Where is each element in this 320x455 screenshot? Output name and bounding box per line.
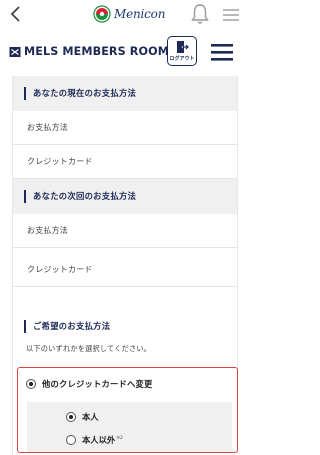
next-payment-card-value: クレジットカード — [27, 265, 93, 274]
logo-text: Menicon — [114, 7, 166, 21]
change-card-radio-option[interactable]: 他のクレジットカードへ変更 — [26, 378, 152, 390]
browser-menu-button[interactable] — [222, 7, 240, 21]
brand-mark-icon — [9, 46, 21, 57]
main-menu-button[interactable] — [210, 42, 234, 62]
current-payment-header: あなたの現在のお支払方法 — [13, 76, 237, 111]
cardholder-other-footnote: ※2 — [116, 436, 123, 442]
menicon-logo[interactable]: Menicon — [93, 5, 165, 23]
cardholder-self-option[interactable]: 本人 — [66, 411, 99, 423]
logo-mark-icon — [93, 5, 111, 23]
cardholder-self-radio[interactable] — [66, 412, 76, 422]
notification-button[interactable] — [190, 3, 210, 25]
current-payment-title: あなたの現在のお支払方法 — [24, 87, 136, 100]
next-payment-method-label: お支払方法 — [27, 226, 68, 235]
cardholder-self-label: 本人 — [82, 412, 99, 422]
hamburger-icon — [211, 44, 233, 61]
cardholder-other-text: 本人以外 — [82, 435, 116, 445]
next-payment-title: あなたの次回のお支払方法 — [24, 190, 136, 203]
next-payment-card-row: クレジットカード — [13, 253, 237, 287]
preferred-payment-note: 以下のいずれかを選択してください。 — [26, 344, 152, 353]
cardholder-other-option[interactable]: 本人以外※2 — [66, 434, 123, 446]
brand[interactable]: MELS MEMBERS ROOM — [9, 45, 169, 58]
current-payment-card-row: クレジットカード — [13, 145, 237, 179]
change-card-radio[interactable] — [26, 379, 36, 389]
logout-icon — [177, 41, 189, 53]
menu-icon — [223, 9, 239, 21]
cardholder-subpanel: 本人 本人以外※2 — [27, 402, 232, 452]
current-payment-method-label: お支払方法 — [27, 123, 68, 132]
main-content: あなたの現在のお支払方法 お支払方法 クレジットカード あなたの次回のお支払方法… — [12, 76, 238, 455]
logout-button[interactable]: ログアウト — [167, 36, 197, 66]
cardholder-other-label: 本人以外※2 — [82, 434, 123, 446]
current-payment-card-value: クレジットカード — [27, 157, 93, 166]
logout-label: ログアウト — [169, 56, 195, 62]
preferred-payment-title: ご希望のお支払方法 — [24, 320, 110, 333]
chevron-left-icon — [10, 6, 20, 22]
cardholder-other-radio[interactable] — [66, 435, 76, 445]
back-button[interactable] — [8, 4, 24, 24]
current-payment-method-row: お支払方法 — [13, 111, 237, 145]
brand-title: MELS MEMBERS ROOM — [24, 45, 169, 58]
change-card-label: 他のクレジットカードへ変更 — [42, 379, 153, 389]
change-card-option-box: 他のクレジットカードへ変更 本人 本人以外※2 — [17, 367, 238, 453]
next-payment-method-row: お支払方法 — [13, 214, 237, 248]
top-bar: Menicon — [0, 0, 250, 28]
next-payment-header: あなたの次回のお支払方法 — [13, 179, 237, 214]
bell-icon — [191, 4, 209, 24]
